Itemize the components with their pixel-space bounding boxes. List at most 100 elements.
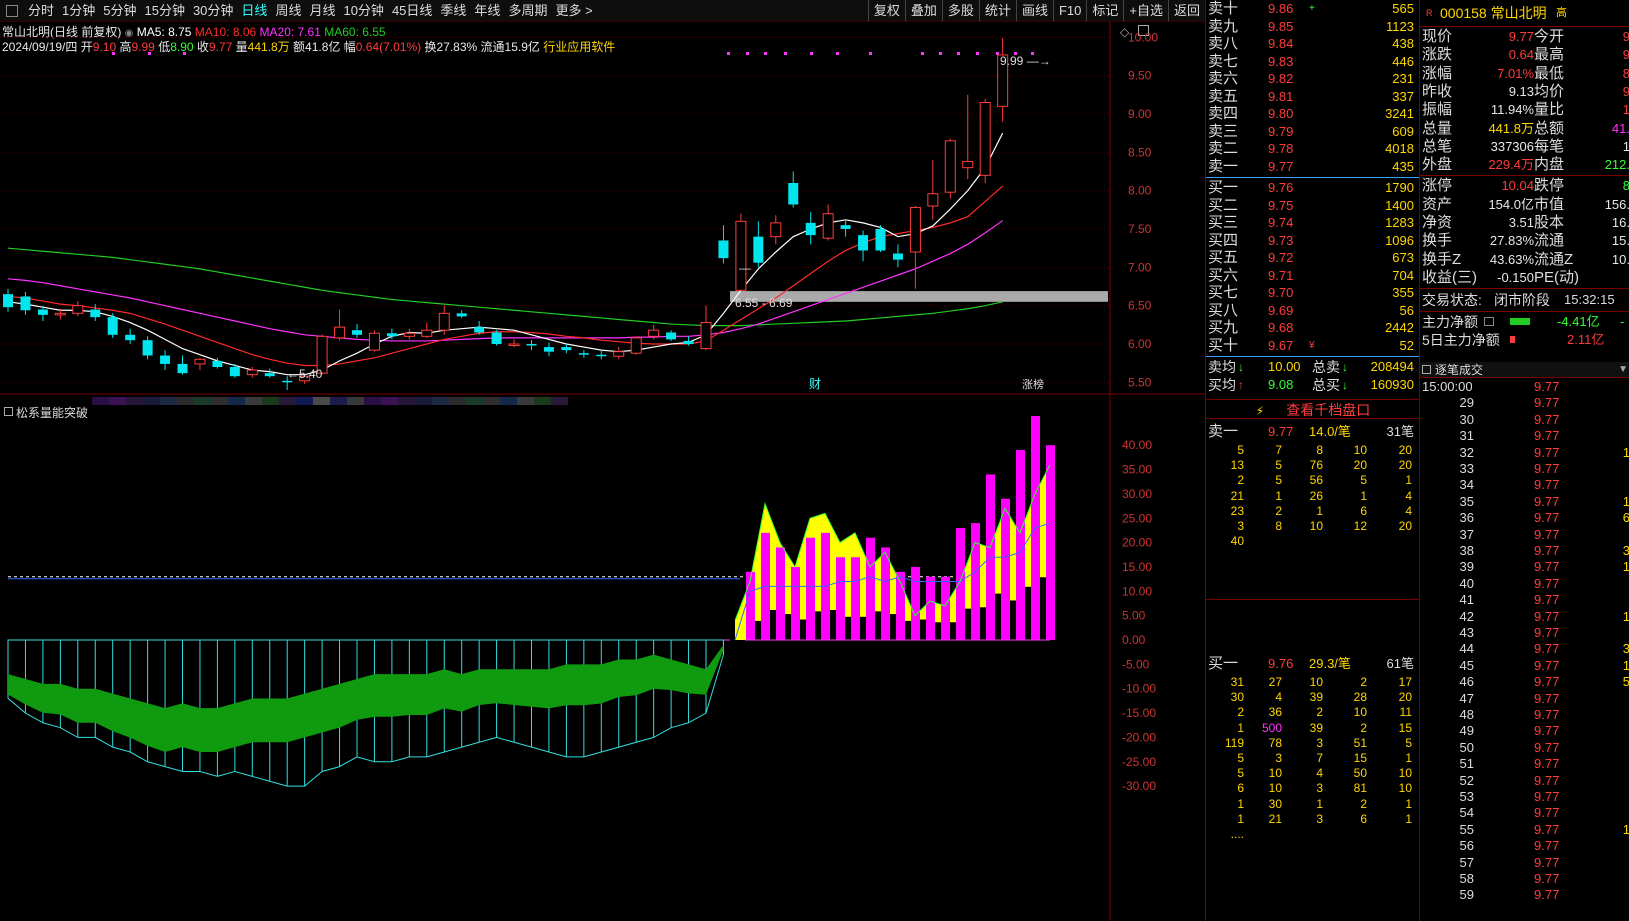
tick-time: 46 (1459, 674, 1474, 690)
ask1-queue-cell: 5 (1237, 443, 1244, 457)
period-tab-1[interactable]: 1分钟 (58, 0, 99, 22)
bid1-queue-cell: 10 (1398, 781, 1412, 796)
period-tab-4[interactable]: 30分钟 (189, 0, 237, 22)
ask-volume: 565 (1392, 1, 1414, 16)
kline-chart[interactable]: 10.00 9.50 9.00 8.50 8.00 7.50 7.00 6.50 6.00 5.5… (0, 22, 1205, 921)
indicator-menu-icon[interactable] (4, 407, 13, 416)
candle-body-down (160, 355, 171, 364)
ask1-queue-cell: 1 (1316, 503, 1323, 518)
period-tab-7[interactable]: 月线 (305, 0, 339, 22)
ask-row[interactable]: 卖二 9.78 4018 (1206, 140, 1420, 158)
bid-row[interactable]: 买二 9.75 1400 (1206, 197, 1420, 215)
tool-button-8[interactable]: 返回 (1167, 0, 1205, 21)
main-flow-value: -4.41亿 (1557, 314, 1600, 330)
ask1-per-order: 14.0/笔 (1309, 424, 1351, 439)
tick-time: 33 (1459, 461, 1474, 476)
ask-row[interactable]: 卖六 9.82 231 (1206, 70, 1420, 88)
event-marker (112, 52, 115, 55)
tick-volume: 1 (1622, 608, 1629, 624)
bid-row[interactable]: 买十 9.67 ¥52 (1206, 337, 1420, 355)
ask-row[interactable]: 卖三 9.79 609 (1206, 123, 1420, 141)
indicator-title[interactable]: 松系量能突破 (16, 404, 88, 421)
tool-button-5[interactable]: F10 (1052, 0, 1086, 21)
ask-row[interactable]: 卖八 9.84 438 (1206, 35, 1420, 53)
candle-body-up (909, 207, 921, 253)
period-tab-8[interactable]: 10分钟 (339, 0, 387, 22)
event-marker (836, 52, 839, 55)
bid-row[interactable]: 买八 9.69 56 (1206, 302, 1420, 320)
tick-row: 58 9.77 (1420, 871, 1629, 887)
positive-gap (1040, 577, 1046, 640)
bid1-queue-row: 30 4 39 28 20 (1206, 690, 1420, 705)
ask-price: 9.77 (1268, 158, 1294, 174)
tool-button-3[interactable]: 统计 (978, 0, 1016, 21)
tick-price: 9.77 (1534, 674, 1560, 690)
ask-row[interactable]: 卖七 9.83 446 (1206, 53, 1420, 71)
quote-field-row: 昨收 9.13 均价 9 (1420, 83, 1629, 101)
bid-row[interactable]: 买三 9.74 1283 (1206, 214, 1420, 232)
bid1-queue-cell: 30 (1268, 796, 1282, 811)
period-tab-10[interactable]: 季线 (436, 0, 470, 22)
bid-row[interactable]: 买一 9.76 1790 (1206, 179, 1420, 197)
period-tab-6[interactable]: 周线 (271, 0, 305, 22)
tool-button-6[interactable]: 标记 (1086, 0, 1123, 21)
positive-magenta-bar (1016, 450, 1025, 640)
tick-time: 42 (1459, 608, 1474, 624)
bid-row[interactable]: 买六 9.71 704 (1206, 267, 1420, 285)
tool-button-1[interactable]: 叠加 (904, 0, 942, 21)
candle-body-down (892, 253, 903, 260)
tick-time: 39 (1459, 559, 1474, 575)
stock-code-name[interactable]: 000158 常山北明 (1440, 2, 1547, 24)
bid-mark: ¥ (1309, 339, 1315, 351)
stock-info-panel: R 000158 常山北明高现价 9.77 今开 9 涨跌 0.64 最高 9 涨幅 7.01% 最低… (1419, 0, 1629, 362)
bid-row[interactable]: 买七 9.70 355 (1206, 284, 1420, 302)
field-label-2: PE(动) (1534, 268, 1580, 286)
bid1-queue-cell: 2 (1316, 705, 1323, 720)
window-menu-icon[interactable] (6, 4, 18, 17)
trade-status-row: 交易状态: 闭市阶段 15:32:15 (1420, 291, 1629, 309)
period-tab-2[interactable]: 5分钟 (99, 0, 140, 22)
ask-row[interactable]: 卖九 9.85 1123 (1206, 18, 1420, 36)
tick-list-header: 逐笔成交 ▼ (1420, 362, 1629, 378)
ask-row[interactable]: 卖五 9.81 337 (1206, 88, 1420, 106)
period-tab-13[interactable]: 更多 > (551, 0, 596, 22)
period-tab-0[interactable]: 分时 (24, 0, 58, 22)
main-flow-row: 主力净额 -4.41亿 - (1420, 313, 1629, 331)
trading-terminal: { "toolbar": { "periods": ["分时","1分钟","5… (0, 0, 1629, 921)
chevron-down-icon[interactable]: ▼ (1618, 362, 1628, 378)
bid-row[interactable]: 买四 9.73 1096 (1206, 232, 1420, 250)
positive-gap (755, 620, 761, 640)
field-label: 净资 (1422, 214, 1453, 231)
period-tab-9[interactable]: 45日线 (388, 0, 436, 22)
period-tab-12[interactable]: 多周期 (504, 0, 551, 22)
field-value: 3.51 (1508, 215, 1534, 230)
bid-row[interactable]: 买五 9.72 673 (1206, 249, 1420, 267)
candle-body-down (107, 317, 118, 335)
tick-row: 51 9.77 (1420, 756, 1629, 772)
tool-button-4[interactable]: 画线 (1015, 0, 1053, 21)
period-tab-11[interactable]: 年线 (470, 0, 504, 22)
indicator-tick-label: 30.00 (1122, 487, 1152, 501)
ask1-queue-row: 21 1 26 1 4 (1206, 489, 1420, 504)
period-tab-5[interactable]: 日线 (237, 0, 271, 22)
ask-row[interactable]: 卖十 9.86 +565 (1206, 0, 1420, 18)
total-arrow: ↓ (1342, 377, 1348, 392)
tool-button-2[interactable]: 多股 (941, 0, 979, 21)
depth-link[interactable]: ⚡ 查看千档盘口 (1206, 399, 1420, 419)
tick-row: 55 9.77 1 (1420, 822, 1629, 838)
bid-volume: 52 (1399, 337, 1414, 353)
ask-row[interactable]: 卖一 9.77 435 (1206, 158, 1420, 176)
bid1-queue-cell: 2 (1360, 720, 1367, 735)
flow-info-icon[interactable] (1484, 317, 1494, 327)
positive-gap (830, 610, 836, 640)
bid-row[interactable]: 买九 9.68 2442 (1206, 319, 1420, 337)
ask1-queue-cell: 1 (1405, 473, 1412, 488)
ask-row[interactable]: 卖四 9.80 3241 (1206, 105, 1420, 123)
tick-price: 9.77 (1534, 723, 1560, 739)
tool-button-7[interactable]: +自选 (1123, 0, 1168, 21)
tool-button-0[interactable]: 复权 (867, 0, 905, 21)
indicator-tick-label: 25.00 (1122, 511, 1152, 525)
tick-menu-icon[interactable] (1422, 365, 1431, 374)
period-tab-3[interactable]: 15分钟 (140, 0, 188, 22)
signal-strip-cell (92, 397, 109, 405)
